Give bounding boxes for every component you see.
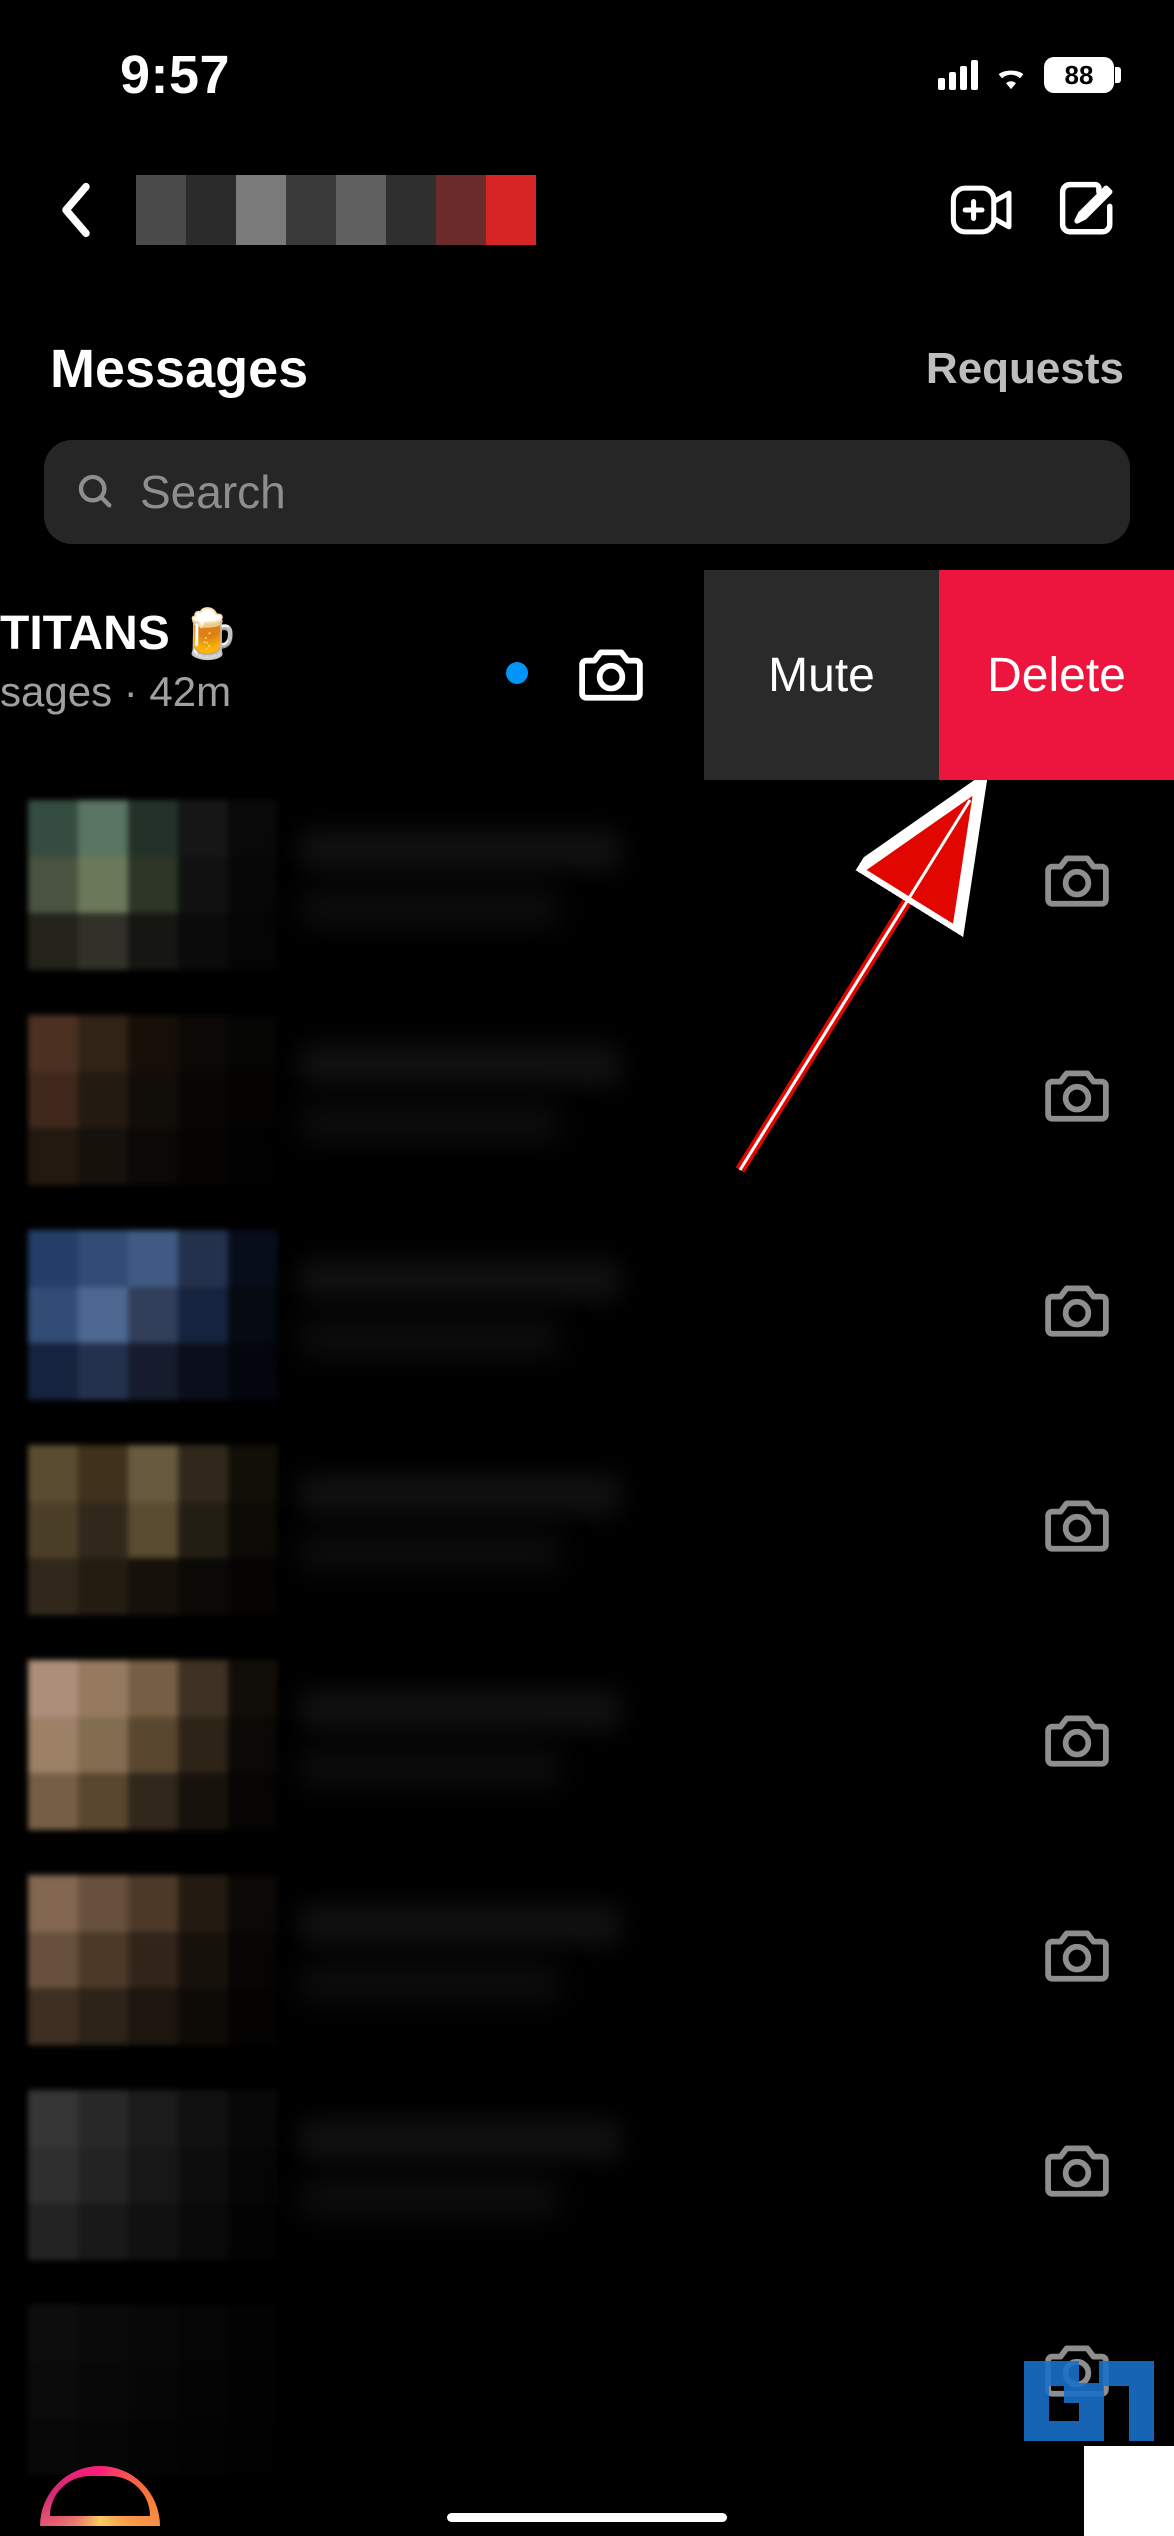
- chat-row[interactable]: [0, 1425, 1174, 1640]
- chat-row[interactable]: [0, 2285, 1174, 2475]
- watermark-corner: [1084, 2446, 1174, 2536]
- chat-row[interactable]: [0, 1855, 1174, 2070]
- search-bar[interactable]: [44, 440, 1130, 544]
- requests-tab[interactable]: Requests: [926, 344, 1124, 394]
- nav-bar: [0, 150, 1174, 270]
- battery-level: 88: [1044, 57, 1114, 93]
- username-redacted[interactable]: [136, 175, 536, 245]
- avatar-redacted: [28, 1015, 278, 1185]
- status-bar: 9:57 88: [0, 0, 1174, 100]
- chat-row[interactable]: [0, 780, 1174, 995]
- chat-subtitle: sages · 42m: [0, 668, 240, 716]
- search-icon: [74, 470, 118, 514]
- chat-row[interactable]: [0, 2070, 1174, 2285]
- wifi-icon: [994, 60, 1028, 90]
- chat-row[interactable]: [0, 1640, 1174, 1855]
- chat-list[interactable]: TITANS🍺 sages · 42m Mute Delete: [0, 570, 1174, 2536]
- new-video-call-button[interactable]: [942, 170, 1022, 250]
- home-indicator[interactable]: [447, 2513, 727, 2522]
- chat-row-swiped[interactable]: TITANS🍺 sages · 42m Mute Delete: [0, 570, 1174, 780]
- watermark-logo: [1014, 2346, 1164, 2446]
- mute-button[interactable]: Mute: [704, 570, 939, 780]
- camera-icon[interactable]: [1044, 1280, 1114, 1350]
- search-input[interactable]: [140, 465, 1100, 519]
- messages-tab[interactable]: Messages: [50, 338, 308, 400]
- camera-icon[interactable]: [1044, 2140, 1114, 2210]
- camera-icon[interactable]: [576, 638, 646, 708]
- back-button[interactable]: [46, 180, 106, 240]
- camera-icon[interactable]: [1044, 1710, 1114, 1780]
- avatar-redacted: [28, 1230, 278, 1400]
- delete-button[interactable]: Delete: [939, 570, 1174, 780]
- camera-icon[interactable]: [1044, 1065, 1114, 1135]
- status-right: 88: [938, 57, 1114, 93]
- camera-icon[interactable]: [1044, 850, 1114, 920]
- chat-title: TITANS🍺: [0, 605, 240, 662]
- swipe-actions: Mute Delete: [704, 570, 1174, 780]
- chat-row[interactable]: [0, 995, 1174, 1210]
- avatar-redacted: [28, 1875, 278, 2045]
- compose-button[interactable]: [1048, 170, 1128, 250]
- avatar-redacted: [28, 2305, 278, 2475]
- avatar-redacted: [28, 2090, 278, 2260]
- avatar-redacted: [28, 1445, 278, 1615]
- chat-row[interactable]: [0, 1210, 1174, 1425]
- beer-emoji-icon: 🍺: [180, 605, 240, 662]
- avatar-redacted: [28, 1660, 278, 1830]
- section-header: Messages Requests: [0, 324, 1174, 414]
- unread-dot-icon: [506, 662, 528, 684]
- camera-icon[interactable]: [1044, 1495, 1114, 1565]
- cellular-signal-icon: [938, 60, 978, 90]
- camera-icon[interactable]: [1044, 1925, 1114, 1995]
- avatar-redacted: [28, 800, 278, 970]
- status-time: 9:57: [120, 44, 230, 106]
